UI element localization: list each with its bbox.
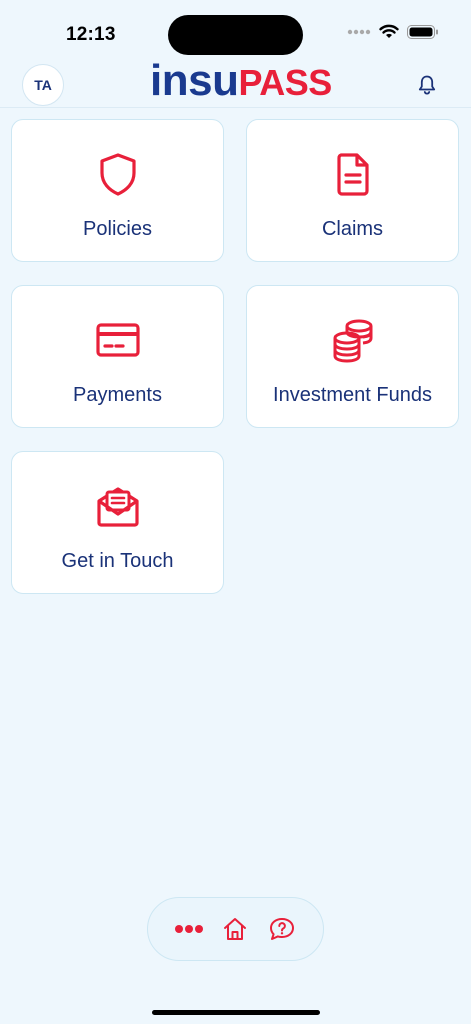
status-bar: 12:13 bbox=[0, 0, 471, 56]
tile-claims[interactable]: Claims bbox=[246, 119, 459, 262]
envelope-letter-icon bbox=[94, 482, 142, 530]
header-divider bbox=[0, 107, 471, 108]
logo-pass: PASS bbox=[238, 62, 332, 103]
credit-card-icon bbox=[94, 316, 142, 364]
coins-stack-icon bbox=[329, 316, 377, 364]
status-time: 12:13 bbox=[66, 24, 116, 45]
tile-payments[interactable]: Payments bbox=[11, 285, 224, 428]
tile-get-in-touch[interactable]: Get in Touch bbox=[11, 451, 224, 594]
more-dots-icon bbox=[175, 925, 204, 933]
logo-insu: insu bbox=[150, 56, 239, 105]
shield-icon bbox=[94, 150, 142, 198]
battery-icon bbox=[407, 25, 438, 39]
more-button[interactable] bbox=[173, 913, 205, 945]
app-header: TA insu PASS bbox=[0, 56, 471, 108]
document-icon bbox=[329, 150, 377, 198]
home-indicator bbox=[152, 1010, 320, 1015]
home-button[interactable] bbox=[219, 913, 251, 945]
tile-label: Policies bbox=[83, 218, 152, 240]
help-chat-icon bbox=[269, 918, 294, 940]
tile-label: Investment Funds bbox=[273, 384, 432, 406]
tile-label: Claims bbox=[321, 218, 384, 240]
bottom-nav bbox=[147, 897, 324, 961]
bell-icon[interactable] bbox=[417, 74, 437, 96]
tile-label: Payments bbox=[73, 384, 162, 406]
avatar[interactable]: TA bbox=[22, 64, 64, 106]
home-icon bbox=[224, 918, 247, 940]
tile-label: Get in Touch bbox=[61, 550, 174, 572]
signal-icon bbox=[347, 29, 371, 35]
insupass-logo: insu PASS bbox=[150, 56, 332, 105]
tile-policies[interactable]: Policies bbox=[11, 119, 224, 262]
help-button[interactable] bbox=[266, 913, 298, 945]
tile-investment-funds[interactable]: Investment Funds bbox=[246, 285, 459, 428]
dynamic-island bbox=[168, 15, 303, 55]
status-icons bbox=[347, 24, 439, 40]
wifi-icon bbox=[379, 24, 399, 38]
